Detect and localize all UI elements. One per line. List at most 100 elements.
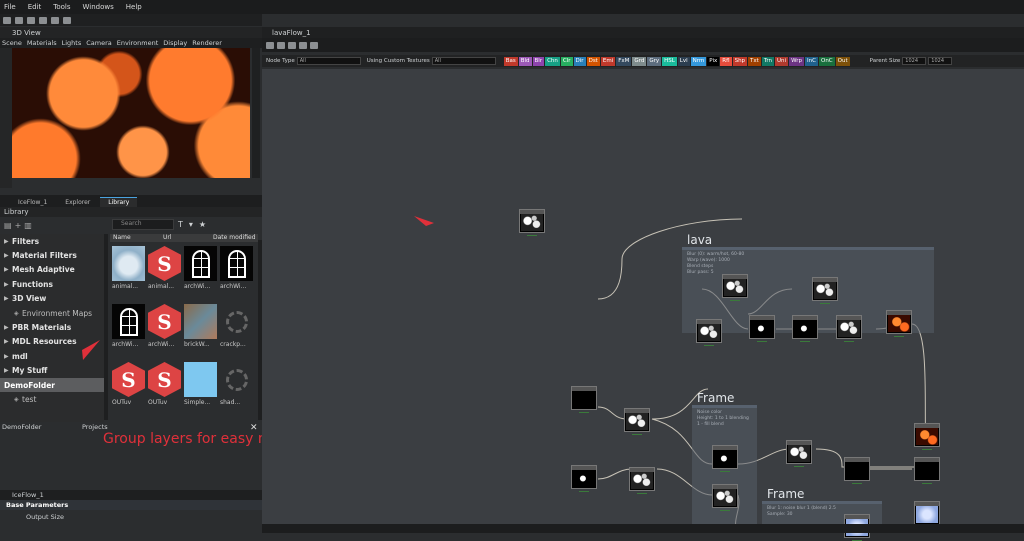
- open-icon[interactable]: [15, 16, 23, 24]
- graph-node[interactable]: [886, 310, 912, 334]
- graph-align-icon[interactable]: [299, 41, 307, 49]
- tab-library[interactable]: Library: [100, 197, 138, 207]
- tree-item[interactable]: ▶ Material Filters: [0, 248, 104, 262]
- menu-tools[interactable]: Tools: [53, 3, 70, 11]
- filter-icon[interactable]: T: [178, 220, 183, 229]
- channel-filter-button[interactable]: FxM: [616, 56, 632, 66]
- library-thumbnail[interactable]: [112, 246, 145, 281]
- view3d-menu-lights[interactable]: Lights: [62, 39, 82, 47]
- channel-filter-button[interactable]: Lvl: [677, 56, 690, 66]
- tree-item[interactable]: ◈ test: [0, 392, 104, 406]
- delete-icon[interactable]: ▥: [24, 221, 32, 230]
- using-textures-select[interactable]: All: [431, 57, 496, 65]
- graph-node[interactable]: [749, 315, 775, 339]
- channel-filter-button[interactable]: Shp: [732, 56, 748, 66]
- frame-title[interactable]: Frame: [697, 391, 734, 405]
- new-icon[interactable]: [3, 16, 11, 24]
- menu-file[interactable]: File: [4, 3, 16, 11]
- col-name[interactable]: Name: [110, 234, 160, 242]
- folder-icon[interactable]: ▤: [4, 221, 12, 230]
- tab-iceflow[interactable]: IceFlow_1: [10, 198, 55, 207]
- graph-comment-icon[interactable]: [288, 41, 296, 49]
- graph-node[interactable]: [722, 274, 748, 298]
- library-thumbnail[interactable]: [220, 304, 253, 339]
- graph-node[interactable]: [812, 277, 838, 301]
- frame-title[interactable]: Frame: [767, 487, 804, 501]
- view3d-menu-display[interactable]: Display: [163, 39, 187, 47]
- channel-filter-button[interactable]: InC: [805, 56, 818, 66]
- channel-filter-button[interactable]: Dst: [586, 56, 600, 66]
- graph-node[interactable]: [712, 445, 738, 469]
- channel-filter-button[interactable]: Clr: [560, 56, 573, 66]
- library-thumbnail[interactable]: S: [148, 362, 181, 397]
- tab-explorer[interactable]: Explorer: [57, 198, 98, 207]
- graph-node[interactable]: [712, 484, 738, 508]
- expand-arrow-icon[interactable]: ▶: [4, 281, 12, 288]
- menu-windows[interactable]: Windows: [83, 3, 114, 11]
- graph-node[interactable]: [624, 408, 650, 432]
- channel-filter-button[interactable]: HSL: [662, 56, 677, 66]
- library-thumbnail[interactable]: [184, 362, 217, 397]
- menu-edit[interactable]: Edit: [28, 3, 42, 11]
- view3d-menu-camera[interactable]: Camera: [86, 39, 112, 47]
- size-width-select[interactable]: 1024: [902, 57, 927, 65]
- menu-help[interactable]: Help: [126, 3, 142, 11]
- tree-item[interactable]: ▶ 3D View: [0, 292, 104, 306]
- channel-filter-button[interactable]: Emi: [600, 56, 616, 66]
- tree-item[interactable]: ▶ PBR Materials: [0, 320, 104, 334]
- channel-filter-button[interactable]: Wrp: [789, 56, 805, 66]
- channel-filter-button[interactable]: Bas: [503, 56, 518, 66]
- channel-filter-button[interactable]: Bld: [518, 56, 532, 66]
- base-parameters-header[interactable]: Base Parameters: [0, 500, 262, 510]
- channel-filter-button[interactable]: Pix: [707, 56, 720, 66]
- library-thumbnail[interactable]: S: [112, 362, 145, 397]
- favorite-icon[interactable]: ★: [199, 220, 206, 229]
- frame-title[interactable]: lava: [687, 233, 712, 247]
- channel-filter-button[interactable]: Rfl: [720, 56, 732, 66]
- tree-item[interactable]: ▶ Mesh Adaptive: [0, 263, 104, 277]
- properties-tab[interactable]: IceFlow_1: [0, 490, 262, 500]
- expand-arrow-icon[interactable]: ▶: [4, 266, 12, 273]
- size-height-select[interactable]: 1024: [928, 57, 953, 65]
- graph-node[interactable]: [519, 209, 545, 233]
- graph-node[interactable]: [914, 457, 940, 481]
- col-date-modified[interactable]: Date modified: [210, 234, 258, 242]
- channel-filter-button[interactable]: Trn: [761, 56, 775, 66]
- save-all-icon[interactable]: [39, 16, 47, 24]
- graph-node[interactable]: [836, 315, 862, 339]
- tree-scrollbar[interactable]: [104, 234, 108, 420]
- node-type-select[interactable]: All: [296, 57, 361, 65]
- tree-item[interactable]: ▶ Filters: [0, 234, 104, 248]
- expand-arrow-icon[interactable]: ▶: [4, 324, 12, 331]
- graph-node[interactable]: [629, 467, 655, 491]
- graph-node[interactable]: [571, 386, 597, 410]
- expand-arrow-icon[interactable]: ▶: [4, 367, 12, 374]
- expand-arrow-icon[interactable]: ▶: [4, 252, 12, 259]
- expand-arrow-icon[interactable]: ▶: [4, 238, 12, 245]
- col-url[interactable]: Url: [160, 234, 210, 242]
- tree-item[interactable]: ▶ My Stuff: [0, 364, 104, 378]
- expand-arrow-icon[interactable]: ▶: [4, 353, 12, 360]
- tree-item[interactable]: ▶ Functions: [0, 277, 104, 291]
- view3d-scrollbar[interactable]: [252, 48, 260, 178]
- graph-node[interactable]: [914, 423, 940, 447]
- view3d-menu-materials[interactable]: Materials: [27, 39, 57, 47]
- tree-item[interactable]: ◈ Environment Maps: [0, 306, 104, 320]
- view3d-viewport[interactable]: [12, 48, 250, 178]
- channel-filter-button[interactable]: Gry: [647, 56, 662, 66]
- library-search-input[interactable]: Search: [112, 219, 174, 230]
- graph-node[interactable]: [914, 501, 940, 525]
- expand-arrow-icon[interactable]: ▶: [4, 338, 12, 345]
- graph-settings-icon[interactable]: [310, 41, 318, 49]
- redo-icon[interactable]: [63, 16, 71, 24]
- library-thumbnail[interactable]: [184, 246, 217, 281]
- channel-filter-button[interactable]: Blr: [532, 56, 545, 66]
- undo-icon[interactable]: [51, 16, 59, 24]
- view3d-menu-renderer[interactable]: Renderer: [192, 39, 222, 47]
- channel-filter-button[interactable]: Nrm: [690, 56, 707, 66]
- graph-node[interactable]: [786, 440, 812, 464]
- graph-node[interactable]: [844, 457, 870, 481]
- view3d-menu-environment[interactable]: Environment: [117, 39, 159, 47]
- library-thumbnail[interactable]: S: [148, 304, 181, 339]
- channel-filter-button[interactable]: Grd: [632, 56, 647, 66]
